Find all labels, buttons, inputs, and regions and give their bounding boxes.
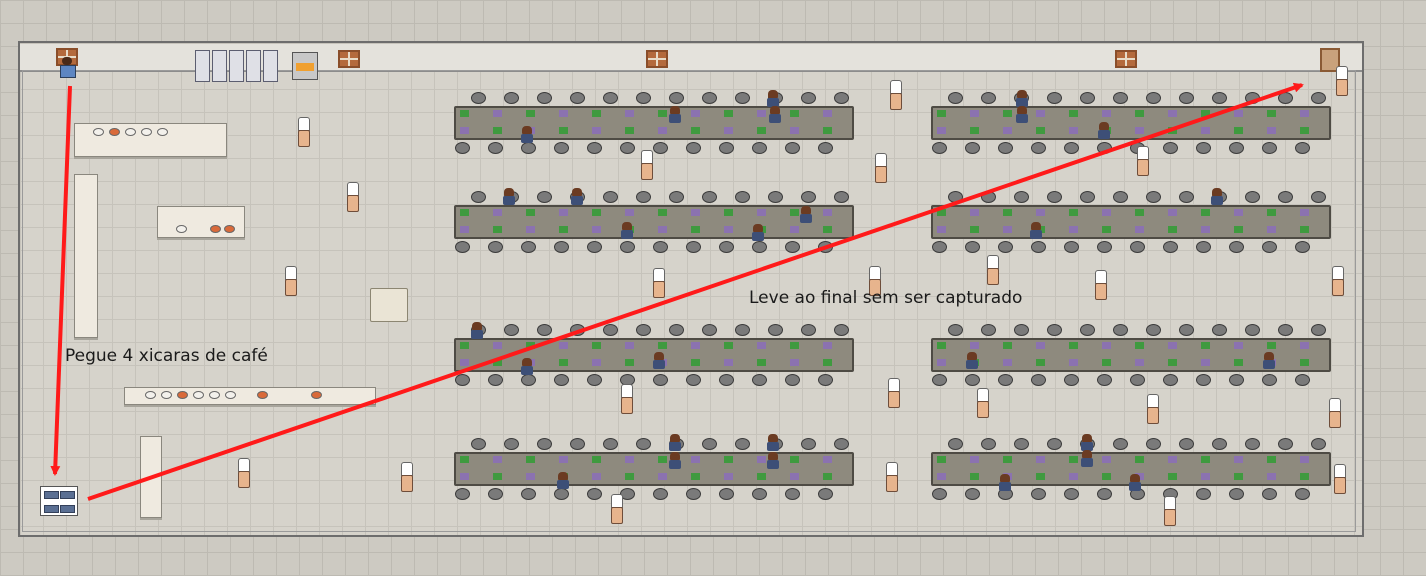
arrow-to-exit <box>87 82 1304 501</box>
pickup-instruction-label: Pegue 4 xicaras de café <box>65 346 268 366</box>
goal-instruction-label: Leve ao final sem ser capturado <box>749 288 1023 308</box>
arrow-to-cups <box>50 85 72 476</box>
route-arrows <box>50 82 1304 501</box>
